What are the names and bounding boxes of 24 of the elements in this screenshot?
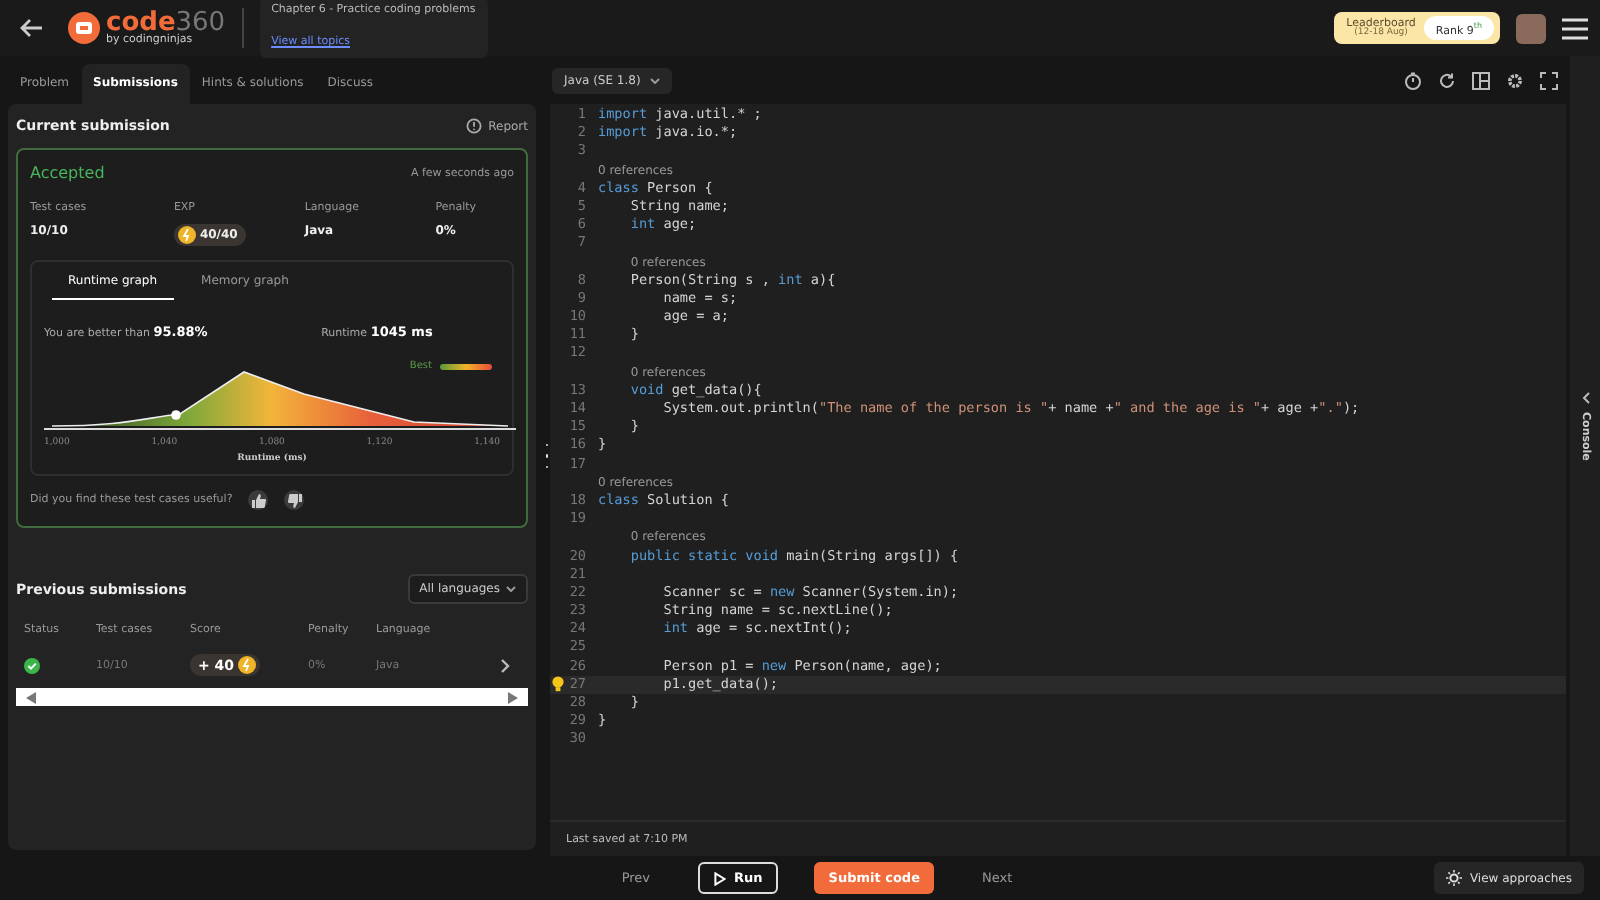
refresh-icon[interactable]	[1438, 71, 1456, 89]
logo-icon	[68, 12, 100, 44]
logo-wordmark: code360	[106, 9, 226, 36]
scroll-left-icon[interactable]	[26, 691, 36, 703]
settings-icon[interactable]	[1506, 71, 1524, 89]
menu-icon[interactable]	[1562, 17, 1588, 39]
timer-icon[interactable]	[1404, 71, 1422, 89]
back-arrow-icon[interactable]	[20, 18, 44, 38]
chevron-right-icon[interactable]	[500, 657, 510, 673]
caret-icon	[506, 586, 516, 592]
play-icon	[714, 871, 726, 885]
info-icon	[466, 118, 483, 134]
horizontal-scrollbar[interactable]	[16, 688, 528, 706]
gradient-legend-icon	[440, 363, 492, 369]
avatar-image[interactable]	[1516, 13, 1546, 43]
status-text: Accepted	[30, 164, 105, 182]
caret-icon	[650, 77, 661, 83]
thumbs-down-button[interactable]	[284, 490, 305, 510]
chevron-left-icon[interactable]	[1581, 392, 1589, 404]
scroll-right-icon[interactable]	[508, 691, 518, 703]
coin-icon	[177, 226, 196, 244]
fullscreen-icon[interactable]	[1540, 71, 1558, 89]
layout-icon[interactable]	[1472, 71, 1490, 89]
thumbs-up-button[interactable]	[248, 490, 269, 510]
